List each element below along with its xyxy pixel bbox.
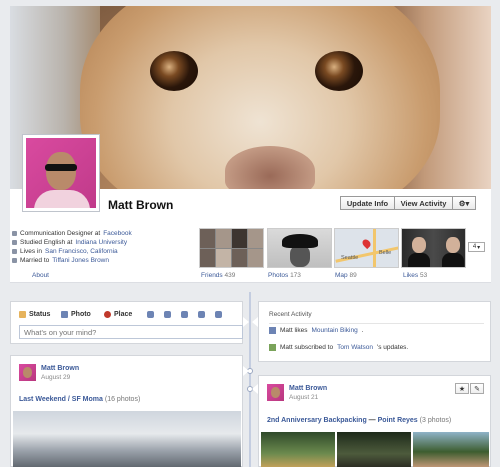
likes-tile[interactable] <box>401 228 466 268</box>
post-pointer <box>252 384 258 394</box>
tab-status[interactable]: Status <box>19 311 50 318</box>
like-icon <box>269 327 276 334</box>
info-education: Studied English at Indiana University <box>12 239 127 246</box>
info-work: Communication Designer at Facebook <box>12 230 132 237</box>
timeline-post: Matt Brown August 21 ★ ✎ 2nd Anniversary… <box>258 375 491 467</box>
post-photo[interactable] <box>13 411 241 467</box>
more-sections-button[interactable]: 4 ▾ <box>468 242 485 252</box>
composer-pointer <box>243 317 249 327</box>
pencil-icon <box>19 311 26 318</box>
info-relationship: Married to Tiffani Jones Brown <box>12 257 109 264</box>
activity-item: Matt likes Mountain Biking. <box>269 327 364 334</box>
home-icon <box>12 249 17 254</box>
activity-item: Matt subscribed to Tom Watson's updates. <box>269 344 408 351</box>
gear-icon: ⚙▾ <box>458 198 470 208</box>
timeline-spine <box>249 292 251 467</box>
spouse-link[interactable]: Tiffani Jones Brown <box>52 257 109 264</box>
post-date[interactable]: August 29 <box>41 374 70 381</box>
pencil-icon: ✎ <box>474 385 480 393</box>
friends-tile[interactable] <box>199 228 264 268</box>
view-activity-button[interactable]: View Activity <box>395 196 453 210</box>
profile-picture[interactable] <box>22 134 100 212</box>
gear-menu-button[interactable]: ⚙▾ <box>453 196 476 210</box>
edit-button[interactable]: ✎ <box>470 383 484 394</box>
post-photo[interactable] <box>337 432 411 467</box>
home-icon[interactable] <box>181 311 188 318</box>
heart-icon[interactable] <box>164 311 171 318</box>
timeline-post: Matt Brown August 29 Last Weekend / SF M… <box>10 355 243 467</box>
status-composer: Status Photo Place <box>10 301 243 344</box>
post-photo[interactable] <box>261 432 335 467</box>
map-tile[interactable]: Seattle Belle <box>334 228 399 268</box>
heart-icon <box>12 258 17 263</box>
work-link[interactable]: Facebook <box>103 230 132 237</box>
education-link[interactable]: Indiana University <box>75 239 127 246</box>
update-info-button[interactable]: Update Info <box>340 196 395 210</box>
activity-link[interactable]: Tom Watson <box>337 344 373 351</box>
friends-tile-label[interactable]: Friends 439 <box>201 272 235 279</box>
likes-tile-label[interactable]: Likes 53 <box>403 272 427 279</box>
tab-photo[interactable]: Photo <box>61 311 91 318</box>
status-input[interactable] <box>19 325 243 339</box>
recent-activity-box: Recent Activity Matt likes Mountain Biki… <box>258 301 491 362</box>
post-title: 2nd Anniversary Backpacking — Point Reye… <box>267 417 452 424</box>
info-location: Lives in San Francisco, California <box>12 248 118 255</box>
location-link[interactable]: San Francisco, California <box>45 248 118 255</box>
star-button[interactable]: ★ <box>455 383 469 394</box>
post-date[interactable]: August 21 <box>289 394 318 401</box>
post-author[interactable]: Matt Brown <box>289 385 327 392</box>
photo-icon <box>61 311 68 318</box>
map-tile-label[interactable]: Map 89 <box>335 272 357 279</box>
star-icon: ★ <box>458 385 466 393</box>
post-author[interactable]: Matt Brown <box>41 365 79 372</box>
post-title: Last Weekend / SF Moma (16 photos) <box>19 396 141 403</box>
place-pin-icon <box>104 311 111 318</box>
activity-link[interactable]: Mountain Biking <box>311 327 357 334</box>
about-link[interactable]: About <box>32 272 49 279</box>
post-pointer <box>243 366 249 376</box>
life-event-icon[interactable] <box>147 311 154 318</box>
recent-activity-title: Recent Activity <box>269 311 312 318</box>
flag-icon[interactable] <box>215 311 222 318</box>
subscribe-icon <box>269 344 276 351</box>
avatar[interactable] <box>19 364 36 381</box>
profile-name: Matt Brown <box>108 198 174 212</box>
education-icon <box>12 240 17 245</box>
photos-tile[interactable] <box>267 228 332 268</box>
map-pin-icon <box>360 237 373 250</box>
post-photo[interactable] <box>413 432 489 467</box>
photos-tile-label[interactable]: Photos 173 <box>268 272 301 279</box>
avatar[interactable] <box>267 384 284 401</box>
recent-pointer <box>252 317 258 327</box>
tab-place[interactable]: Place <box>104 311 132 318</box>
health-icon[interactable] <box>198 311 205 318</box>
chevron-down-icon: ▾ <box>477 244 481 251</box>
briefcase-icon <box>12 231 17 236</box>
